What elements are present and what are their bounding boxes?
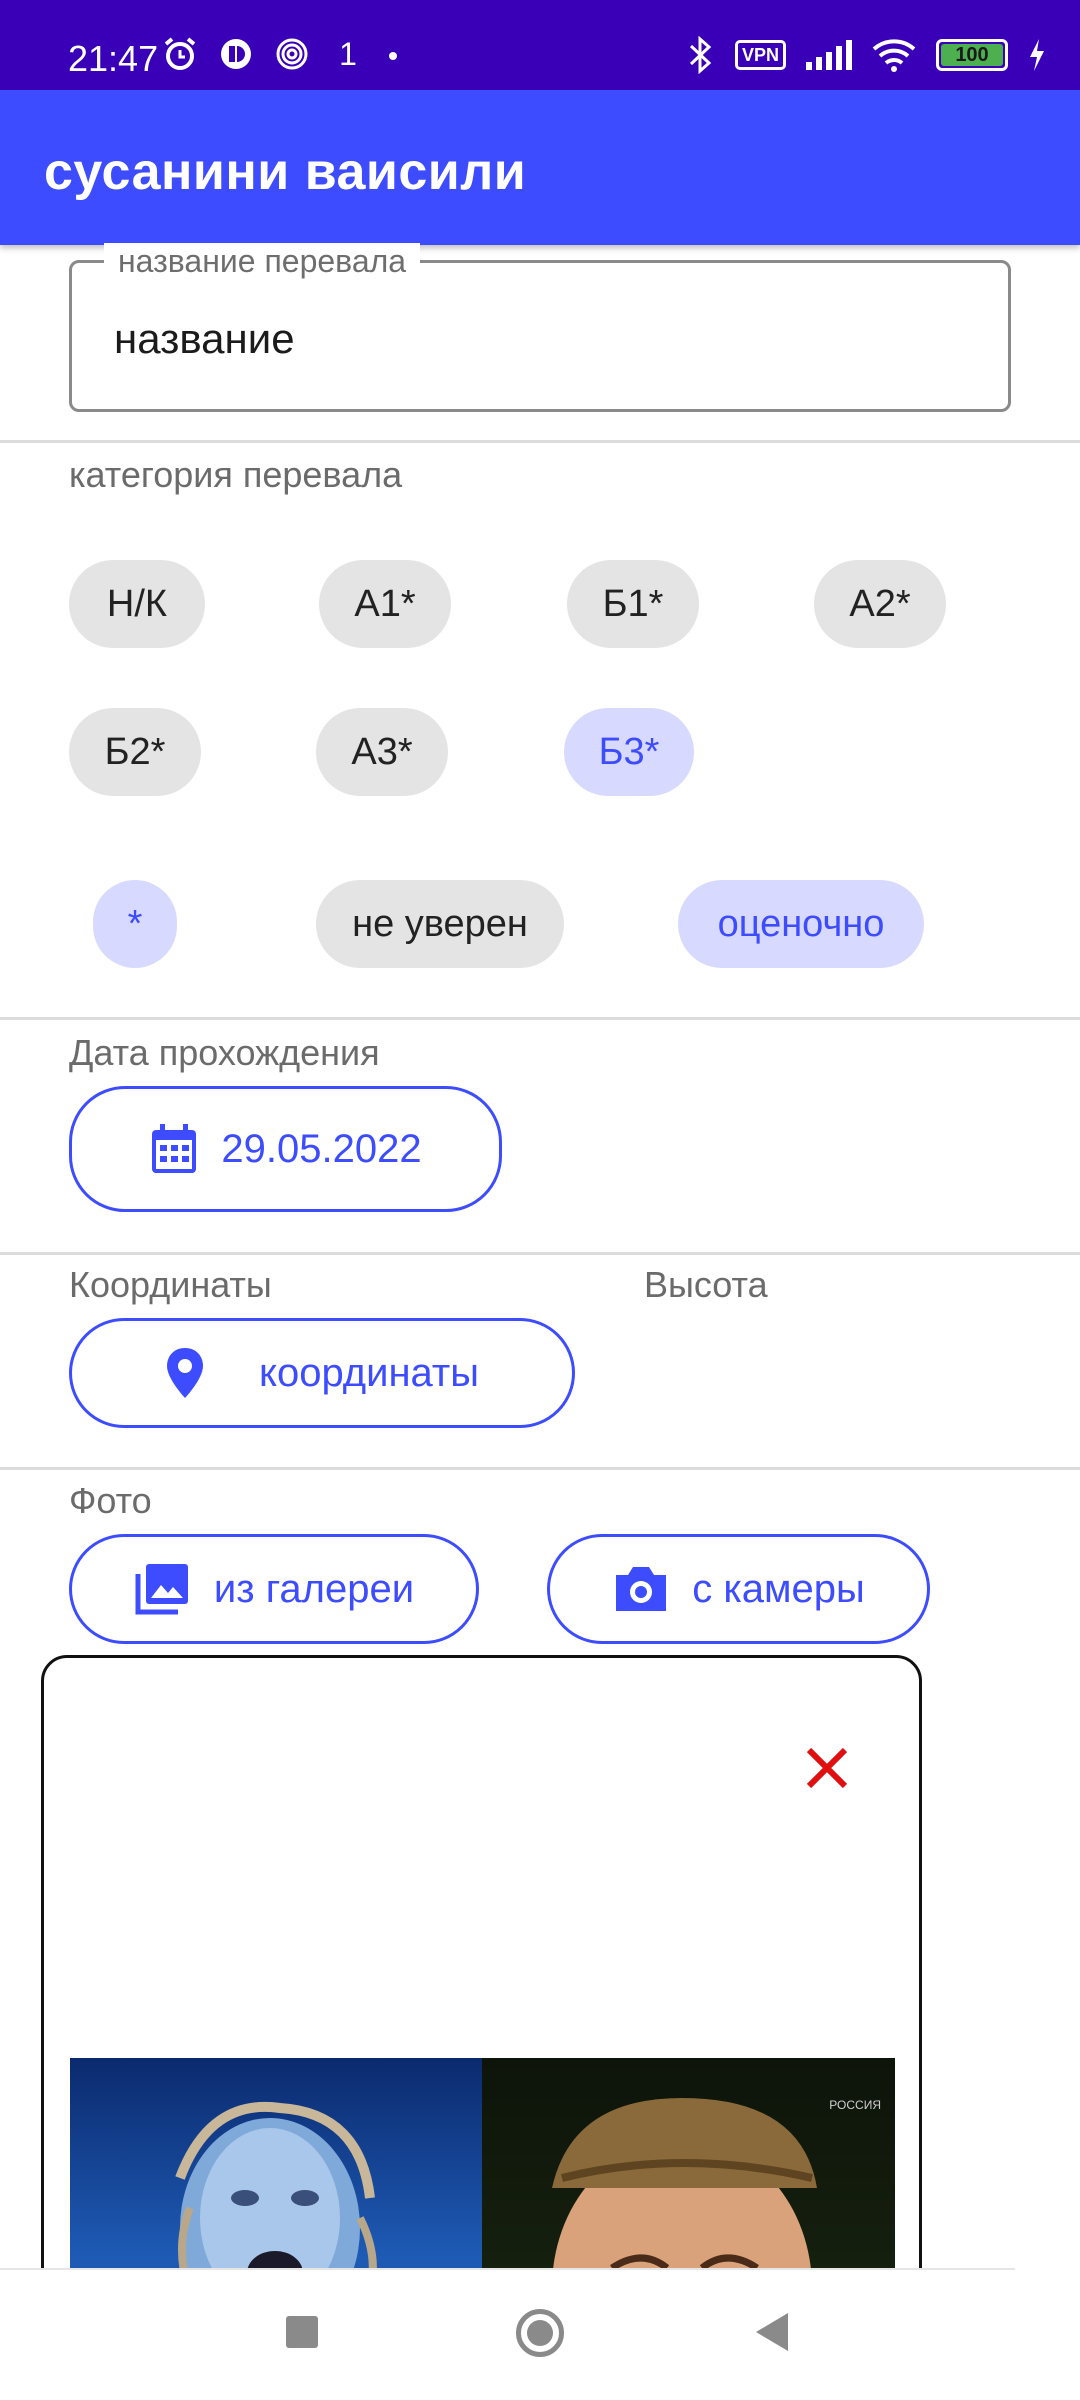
status-time: 21:47 — [68, 38, 159, 79]
photo-watermark: РОССИЯ — [829, 2098, 881, 2112]
altitude-label: Высота — [644, 1264, 768, 1305]
gallery-icon — [135, 1564, 188, 1615]
chip-a1[interactable]: А1* — [319, 560, 451, 648]
wifi-icon — [872, 39, 916, 72]
chip-estimated[interactable]: оценочно — [678, 880, 924, 968]
app-icon — [221, 39, 251, 69]
camera-button-label: с камеры — [692, 1566, 865, 1611]
back-icon[interactable] — [756, 2313, 788, 2351]
bluetooth-icon — [689, 36, 712, 74]
chip-not-sure[interactable]: не уверен — [316, 880, 564, 968]
one-icon: 1 — [339, 35, 357, 72]
pass-name-field[interactable]: название перевала название — [69, 243, 1011, 412]
nav-divider — [0, 2268, 1015, 2270]
chip-b2[interactable]: Б2* — [69, 708, 201, 796]
charging-icon — [1030, 39, 1044, 71]
vpn-icon: VPN — [734, 40, 786, 70]
date-button[interactable]: 29.05.2022 — [69, 1086, 502, 1212]
coordinates-button-label: координаты — [259, 1350, 479, 1395]
coordinates-button[interactable]: координаты — [69, 1318, 575, 1428]
coordinates-label: Координаты — [69, 1264, 272, 1305]
chip-star[interactable]: * — [93, 880, 177, 968]
close-icon[interactable] — [799, 1740, 855, 1796]
pass-name-input[interactable]: название — [114, 315, 295, 363]
app-bar: сусанини ваисили — [0, 90, 1080, 245]
alarm-icon — [164, 37, 196, 70]
location-pin-icon — [167, 1348, 203, 1398]
chip-a3[interactable]: А3* — [316, 708, 448, 796]
battery-icon: 100 — [936, 39, 1008, 71]
divider — [0, 1467, 1080, 1470]
divider — [0, 1017, 1080, 1020]
pass-name-label: название перевала — [104, 243, 421, 280]
camera-icon — [616, 1567, 667, 1611]
chip-b1[interactable]: Б1* — [567, 560, 699, 648]
gallery-button-label: из галереи — [213, 1566, 415, 1611]
chip-b3[interactable]: Б3* — [564, 708, 694, 796]
home-icon[interactable] — [516, 2309, 564, 2357]
notification-icons: 1 — [162, 36, 400, 72]
gallery-button[interactable]: из галереи — [69, 1534, 479, 1644]
divider — [0, 1252, 1080, 1255]
date-value: 29.05.2022 — [221, 1126, 422, 1171]
signal-icon — [806, 40, 852, 70]
calendar-icon — [152, 1124, 197, 1173]
app-title: сусанини ваисили — [44, 143, 527, 201]
camera-button[interactable]: с камеры — [547, 1534, 930, 1644]
category-label: категория перевала — [69, 454, 403, 495]
spiral-icon — [276, 38, 308, 70]
divider — [0, 440, 1080, 443]
recents-icon[interactable] — [286, 2316, 318, 2348]
system-icons: VPN 100 — [687, 36, 1046, 74]
photo-label: Фото — [69, 1480, 152, 1521]
chip-a2[interactable]: А2* — [814, 560, 946, 648]
status-bar: 21:47 1 VPN 100 — [0, 0, 1080, 90]
dot-icon — [389, 52, 397, 60]
date-label: Дата прохождения — [69, 1032, 380, 1073]
chip-nk[interactable]: Н/К — [69, 560, 205, 648]
